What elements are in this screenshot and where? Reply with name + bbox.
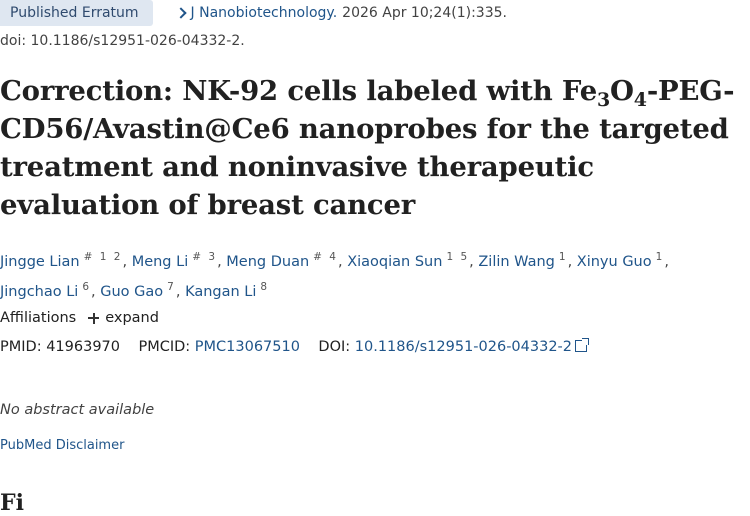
author-link[interactable]: Meng Duan [226, 254, 309, 270]
doi-line: doi: 10.1186/s12951-026-04332-2. [0, 33, 245, 49]
affiliations-label: Affiliations [0, 310, 77, 326]
author-affiliation-sup[interactable]: 1 [559, 251, 568, 263]
author-affiliation-sup[interactable]: 6 [82, 281, 91, 293]
no-abstract-text: No abstract available [0, 402, 155, 418]
author-affiliation-sup[interactable]: # 3 [192, 251, 217, 263]
identifiers-line: PMID: 41963970 PMCID: PMC13067510 DOI: 1… [0, 338, 590, 355]
expand-label[interactable]: expand [105, 310, 159, 326]
pmid-value: 41963970 [46, 339, 121, 355]
author-link[interactable]: Xinyu Guo [577, 254, 652, 270]
authors-list: Jingge Lian # 1 2, Meng Li # 3, Meng Duan #… [0, 251, 669, 300]
author-link[interactable]: Kangan Li [185, 284, 256, 300]
author-link[interactable]: Zilin Wang [478, 254, 555, 270]
author-affiliation-sup[interactable]: # 4 [313, 251, 338, 263]
pmcid-link[interactable]: PMC13067510 [195, 339, 300, 355]
section-heading-partial: Fi [0, 490, 24, 516]
journal-link[interactable]: J Nanobiotechnology. [191, 5, 338, 21]
published-erratum-badge: Published Erratum [0, 0, 153, 26]
pubmed-disclaimer-link[interactable]: PubMed Disclaimer [0, 438, 124, 453]
article-title: Correction: NK-92 cells labeled with Fe3… [0, 75, 735, 221]
pmcid-label: PMCID: [138, 339, 191, 355]
author-link[interactable]: Xiaoqian Sun [347, 254, 442, 270]
author-link[interactable]: Guo Gao [100, 284, 163, 300]
affiliations-toggle[interactable]: Affiliations expand [0, 310, 159, 326]
header-line: Published Erratum J Nanobiotechnology. 2… [0, 0, 507, 26]
pmid-label: PMID: [0, 339, 42, 355]
plus-icon [88, 312, 100, 324]
doi-label: DOI: [318, 339, 351, 355]
author-link[interactable]: Meng Li [132, 254, 189, 270]
chevron-right-icon [174, 7, 187, 19]
doi-link[interactable]: 10.1186/s12951-026-04332-2 [355, 339, 572, 355]
author-link[interactable]: Jingge Lian [0, 254, 80, 270]
author-affiliation-sup[interactable]: # 1 2 [84, 251, 123, 263]
author-affiliation-sup[interactable]: 8 [260, 281, 269, 293]
citation-text: 2026 Apr 10;24(1):335. [342, 5, 507, 21]
external-link-icon[interactable] [575, 338, 590, 352]
author-affiliation-sup[interactable]: 7 [167, 281, 176, 293]
author-link[interactable]: Jingchao Li [0, 284, 78, 300]
author-affiliation-sup[interactable]: 1 [656, 251, 665, 263]
author-affiliation-sup[interactable]: 1 5 [446, 251, 469, 263]
